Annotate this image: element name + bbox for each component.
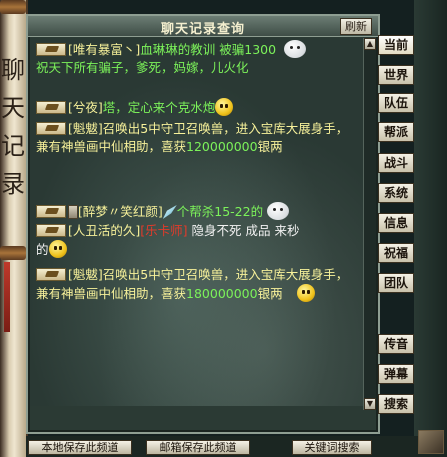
scroll-char-1: 聊 [1,56,25,84]
chat-history-window: 聊天记录查询 刷新 [唯有暴富丶]血琳琳的教训 被骗1300 祝天下所有骗子，爹… [26,14,380,434]
emoji-cat-icon [267,202,290,220]
decorative-scroll: 聊 天 记 录 [0,0,28,457]
sender-name[interactable]: [醉梦〃笑红颜] [78,204,163,219]
emoji-ghost-icon [284,40,307,58]
tab-battle[interactable]: 战斗 [378,153,414,173]
channel-icon [36,205,66,218]
channel-icon [36,224,66,237]
chat-message: [兮夜]塔，定心来个克水炮 [36,98,358,117]
sender-name[interactable]: [魁魃] [68,267,103,282]
chat-scrollbar[interactable]: ▲ ▼ [363,38,376,410]
corner-ornament-icon [418,430,444,454]
scroll-char-4: 录 [1,170,25,198]
save-mail-button[interactable]: 邮箱保存此频道 [146,440,250,455]
chat-message: [醉梦〃笑红颜] 个帮杀15-22的 [36,202,358,221]
emoji-face-icon [48,240,67,258]
silver-amount: 120000000 [186,139,258,154]
message-text: 个帮杀15-22的 [176,204,264,219]
tab-blessing[interactable]: 祝福 [378,243,414,263]
window-title: 聊天记录查询 [160,22,245,37]
chat-message: [人丑活的久][乐卡师] 隐身不死 成品 来秒 的 [36,222,358,259]
scroll-char-2: 天 [1,94,25,122]
tab-team[interactable]: 队伍 [378,93,414,113]
danmaku-button[interactable]: 弹幕 [378,364,414,384]
channel-icon [36,122,66,135]
emoji-face-icon [215,98,234,116]
chat-message: [魁魃]召唤出5中守卫召唤兽，进入宝库大展身手，兼有神兽画中仙相助，喜获1200… [36,120,358,156]
keyword-search-button[interactable]: 关键词搜索 [292,440,372,455]
scroll-up-icon[interactable]: ▲ [364,38,376,50]
red-tassel [4,262,10,332]
tab-current[interactable]: 当前 [378,35,414,55]
tab-info[interactable]: 信息 [378,213,414,233]
channel-icon [36,101,66,114]
message-link[interactable]: 血琳琳的教训 [140,42,215,57]
channel-icon [36,43,66,56]
message-text: 银两 [257,139,283,154]
message-text: 的 [36,242,49,257]
portrait-icon [68,205,78,219]
scroll-knob-bottom [0,246,26,260]
chat-message: [魁魃]召唤出5中守卫召唤兽，进入宝库大展身手，兼有神兽画中仙相助，喜获1800… [36,266,358,303]
right-panel [414,0,447,457]
chat-log: [唯有暴富丶]血琳琳的教训 被骗1300 祝天下所有骗子，爹死，妈嫁，儿火化 [… [30,38,364,406]
message-text: 塔，定心来个克水炮 [102,100,216,115]
sender-name[interactable]: [魁魃] [68,121,103,136]
emoji-face-icon [296,284,315,302]
message-text: 隐身不死 成品 来秒 [187,223,300,238]
channel-icon [36,268,66,281]
message-text: 银两 [257,286,283,301]
feather-emoji-icon [162,205,177,219]
scroll-char-3: 记 [1,132,25,160]
sender-name[interactable]: [兮夜] [68,100,103,115]
sender-name[interactable]: [唯有暴富丶] [68,42,140,57]
sender-name[interactable]: [人丑活的久] [68,223,140,238]
message-text: 被骗1300 [215,42,277,57]
whisper-button[interactable]: 传音 [378,334,414,354]
tab-world[interactable]: 世界 [378,65,414,85]
scroll-down-icon[interactable]: ▼ [364,398,376,410]
tab-system[interactable]: 系统 [378,183,414,203]
tab-group[interactable]: 团队 [378,273,414,293]
refresh-button[interactable]: 刷新 [340,18,372,35]
tab-guild[interactable]: 帮派 [378,122,414,142]
scroll-knob-top [0,0,26,14]
search-button[interactable]: 搜索 [378,394,414,414]
message-text: 祝天下所有骗子，爹死，妈嫁，儿火化 [36,60,249,75]
title-bar: 聊天记录查询 刷新 [28,16,378,37]
save-local-button[interactable]: 本地保存此频道 [28,440,132,455]
chat-message: [唯有暴富丶]血琳琳的教训 被骗1300 祝天下所有骗子，爹死，妈嫁，儿火化 [36,40,358,77]
silver-amount: 180000000 [186,286,258,301]
item-link[interactable]: [乐卡师] [140,223,187,238]
